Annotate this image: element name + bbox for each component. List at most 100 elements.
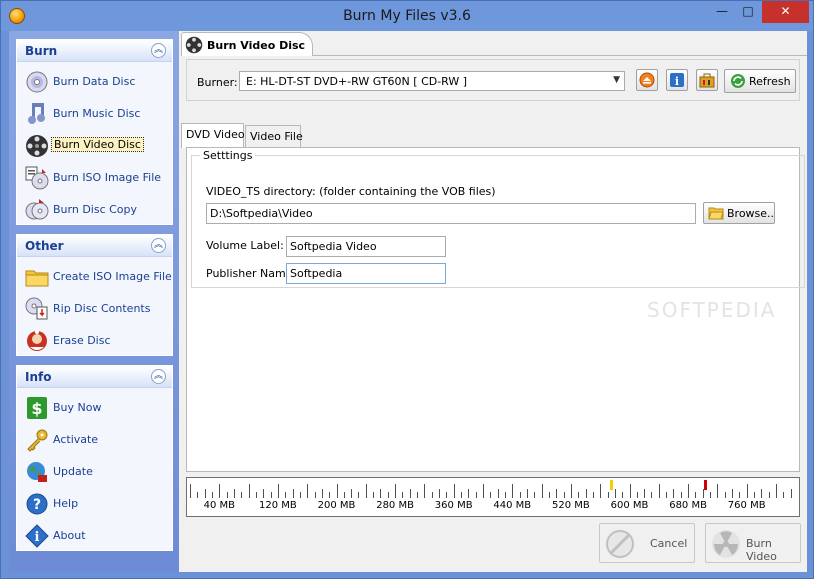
sidebar-item-burn-video-disc[interactable]: Burn Video Disc (17, 130, 172, 162)
group-title: Burn (25, 44, 58, 58)
sidebar-item-create-iso-image-file[interactable]: Create ISO Image File (17, 261, 172, 293)
sidebar-item-label: Activate (53, 433, 99, 446)
ruler-tick (197, 492, 199, 498)
publisher-name-input[interactable]: Softpedia (286, 263, 446, 284)
ruler-tick (724, 492, 726, 498)
ruler-tick (541, 484, 543, 498)
sidebar-item-label: Help (53, 497, 79, 510)
group-header-other[interactable]: Other ︽ (17, 235, 172, 257)
svg-text:$: $ (31, 399, 42, 418)
cancel-button[interactable]: Cancel (599, 523, 695, 563)
title-bar[interactable]: Burn My Files v3.6 — □ ✕ (1, 1, 813, 31)
ruler-label: 680 MB (669, 500, 707, 511)
ruler-tick (285, 492, 287, 498)
video-ts-directory-input[interactable]: D:\Softpedia\Video (206, 203, 696, 224)
page-title: Burn Video Disc (207, 39, 306, 52)
ruler-tick (556, 489, 558, 498)
ruler-tick (417, 492, 419, 498)
burn-video-button[interactable]: Burn Video (705, 523, 801, 563)
cancel-icon (606, 530, 634, 558)
group-other: Other ︽ Create ISO Image File Rip Disc C… (16, 234, 173, 356)
maximize-button[interactable]: □ (735, 1, 761, 23)
sidebar-item-about[interactable]: i About (17, 520, 172, 552)
ruler-tick (483, 484, 484, 498)
collapse-icon[interactable]: ︽ (151, 238, 166, 253)
ruler-tick (739, 492, 741, 498)
group-header-info[interactable]: Info ︽ (17, 366, 172, 388)
sidebar-item-activate[interactable]: Activate (17, 424, 172, 456)
sidebar-item-burn-music-disc[interactable]: Burn Music Disc (17, 98, 172, 130)
ruler-tick (504, 492, 506, 498)
ruler-tick (461, 492, 463, 498)
sidebar-item-buy-now[interactable]: $ Buy Now (17, 392, 172, 424)
tab-dvd-video[interactable]: DVD Video (181, 123, 245, 148)
eject-icon (639, 72, 655, 88)
ruler-tick (395, 484, 397, 498)
sidebar-item-update[interactable]: Update (17, 456, 172, 488)
group-info: Info ︽ $ Buy Now Activate Update ? Help … (16, 365, 173, 551)
refresh-icon (731, 74, 745, 88)
folder-open-icon (708, 207, 724, 220)
ruler-tick (329, 492, 331, 498)
ruler-tick (241, 492, 243, 498)
burner-select-value: E: HL-DT-ST DVD+-RW GT60N [ CD-RW ] (246, 75, 468, 88)
video-disc-icon (185, 36, 203, 54)
burner-select[interactable]: E: HL-DT-ST DVD+-RW GT60N [ CD-RW ] ▼ (239, 71, 625, 91)
sidebar-item-erase-disc[interactable]: Erase Disc (17, 325, 172, 357)
ruler-tick (380, 489, 382, 498)
radiation-icon (712, 530, 740, 558)
ruler-tick (673, 489, 675, 498)
dollar-icon: $ (27, 397, 47, 419)
ruler-label: 200 MB (317, 500, 356, 511)
browse-button[interactable]: Browse.. (703, 202, 775, 224)
ruler-tick (226, 492, 228, 498)
svg-text:?: ? (33, 497, 41, 513)
svg-text:i: i (35, 530, 40, 545)
page-tab-burn-video-disc[interactable]: Burn Video Disc (181, 32, 313, 56)
ruler-tick (702, 489, 704, 498)
ruler-tick (607, 492, 609, 498)
volume-label-input[interactable]: Softpedia Video (286, 236, 446, 257)
ruler-tick (526, 489, 528, 498)
sidebar-item-rip-disc-contents[interactable]: Rip Disc Contents (17, 293, 172, 325)
group-header-burn[interactable]: Burn ︽ (17, 40, 172, 62)
window-title: Burn My Files v3.6 (343, 8, 471, 24)
red-capacity-marker (703, 480, 707, 490)
ruler-tick (761, 489, 763, 498)
refresh-button[interactable]: Refresh (724, 69, 796, 93)
ruler-tick (680, 492, 682, 498)
sidebar: Burn ︽ Burn Data Disc Burn Music Disc Bu… (9, 31, 179, 572)
ruler-tick (622, 492, 624, 498)
volume-label-value: Softpedia Video (290, 240, 377, 253)
ruler-tick (490, 492, 492, 498)
ruler-tick (717, 484, 719, 498)
ruler-tick (629, 484, 631, 498)
ruler-tick (475, 492, 477, 498)
ruler-tick (439, 489, 441, 498)
close-button[interactable]: ✕ (762, 1, 809, 23)
sidebar-item-burn-iso-image-file[interactable]: Burn ISO Image File (17, 162, 172, 194)
collapse-icon[interactable]: ︽ (151, 43, 166, 58)
tab-video-file[interactable]: Video File (245, 125, 303, 147)
drive-info-button[interactable]: i (666, 69, 688, 91)
sidebar-item-burn-data-disc[interactable]: Burn Data Disc (17, 66, 172, 98)
video-disc-icon (26, 135, 48, 157)
ruler-tick (636, 492, 638, 498)
ruler-tick (321, 489, 323, 498)
minimize-button[interactable]: — (709, 1, 735, 23)
ruler-tick (233, 489, 235, 498)
drive-settings-button[interactable] (696, 69, 718, 91)
ruler-ticks (187, 478, 799, 498)
collapse-icon[interactable]: ︽ (151, 369, 166, 384)
ruler-tick (219, 484, 221, 498)
ruler-tick (695, 492, 697, 498)
ruler-label: 760 MB (727, 500, 766, 511)
ruler-tick (409, 489, 411, 498)
sidebar-item-burn-disc-copy[interactable]: Burn Disc Copy (17, 194, 172, 226)
ruler-tick (651, 492, 653, 498)
chevron-down-icon[interactable]: ▼ (613, 75, 620, 85)
svg-text:i: i (675, 75, 679, 88)
volume-label-label: Volume Label: (206, 239, 284, 252)
eject-button[interactable] (636, 69, 658, 91)
sidebar-item-help[interactable]: ? Help (17, 488, 172, 520)
